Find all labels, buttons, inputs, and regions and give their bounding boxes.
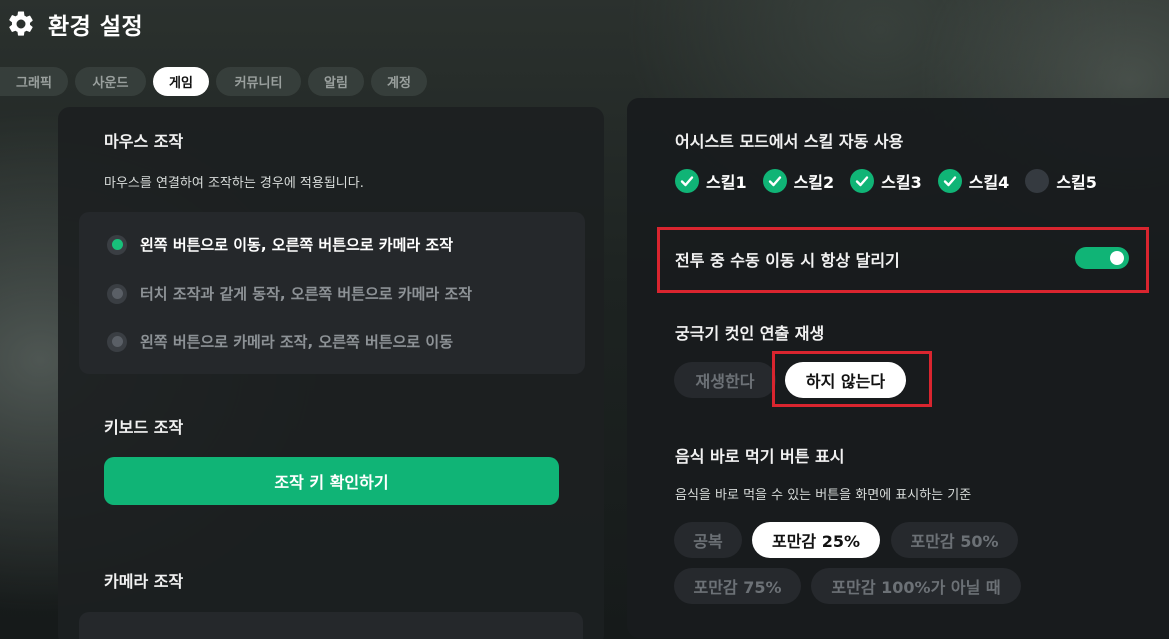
skill-5-checkbox[interactable]: 스킬5 [1025, 169, 1097, 193]
mouse-option-label: 터치 조작과 같게 동작, 오른쪽 버튼으로 카메라 조작 [140, 285, 473, 303]
always-run-label: 전투 중 수동 이동 시 항상 달리기 [675, 251, 900, 270]
tab-notifications[interactable]: 알림 [308, 67, 364, 96]
food-option-75[interactable]: 포만감 75% [674, 568, 801, 604]
check-icon [850, 169, 875, 193]
settings-tabs: 그래픽 사운드 게임 커뮤니티 알림 계정 [0, 67, 427, 96]
mouse-option-3[interactable]: 왼쪽 버튼으로 카메라 조작, 오른쪽 버튼으로 이동 [107, 331, 453, 352]
radio-button[interactable] [107, 331, 127, 352]
camera-options-box [79, 612, 583, 639]
food-section-title: 음식 바로 먹기 버튼 표시 [675, 447, 845, 466]
gear-icon [9, 11, 33, 36]
assist-section-title: 어시스트 모드에서 스킬 자동 사용 [675, 132, 904, 151]
check-icon [762, 169, 787, 193]
food-section-desc: 음식을 바로 먹을 수 있는 버튼을 화면에 표시하는 기준 [675, 488, 972, 503]
tab-account[interactable]: 계정 [371, 67, 427, 96]
mouse-option-2[interactable]: 터치 조작과 같게 동작, 오른쪽 버튼으로 카메라 조작 [107, 283, 472, 304]
skill-label: 스킬3 [881, 173, 922, 192]
skill-4-checkbox[interactable]: 스킬4 [937, 169, 1010, 193]
tab-game[interactable]: 게임 [153, 67, 209, 96]
skill-2-checkbox[interactable]: 스킬2 [762, 169, 835, 193]
mouse-section-desc: 마우스를 연결하여 조작하는 경우에 적용됩니다. [104, 176, 364, 191]
mouse-option-1[interactable]: 왼쪽 버튼으로 이동, 오른쪽 버튼으로 카메라 조작 [107, 234, 453, 255]
skill-1-checkbox[interactable]: 스킬1 [675, 169, 747, 193]
food-option-50[interactable]: 포만감 50% [891, 522, 1018, 558]
check-icon [675, 169, 699, 193]
unchecked-circle-icon [1025, 169, 1050, 193]
tab-graphics[interactable]: 그래픽 [0, 67, 68, 96]
skill-label: 스킬5 [1056, 173, 1097, 192]
radio-button[interactable] [107, 283, 127, 304]
tab-community[interactable]: 커뮤니티 [216, 67, 301, 96]
skill-label: 스킬4 [968, 173, 1010, 192]
camera-section-title: 카메라 조작 [104, 572, 184, 591]
skill-checkbox-group: 스킬1 스킬2 스킬3 스킬4 스킬5 [675, 169, 1097, 193]
ultimate-section-title: 궁극기 컷인 연출 재생 [675, 324, 825, 343]
tab-sound[interactable]: 사운드 [75, 67, 146, 96]
radio-button[interactable] [107, 234, 127, 255]
skill-label: 스킬1 [706, 173, 747, 192]
mouse-section-title: 마우스 조작 [104, 132, 184, 151]
food-option-25[interactable]: 포만감 25% [752, 522, 880, 558]
settings-header: 환경 설정 [6, 6, 143, 42]
mouse-option-label: 왼쪽 버튼으로 이동, 오른쪽 버튼으로 카메라 조작 [140, 236, 454, 254]
always-run-toggle[interactable] [1075, 247, 1129, 269]
check-controls-button[interactable]: 조작 키 확인하기 [104, 457, 559, 505]
toggle-knob [1110, 251, 1124, 265]
skill-3-checkbox[interactable]: 스킬3 [850, 169, 922, 193]
check-icon [937, 169, 962, 193]
ultimate-play-option[interactable]: 재생한다 [674, 362, 776, 398]
food-option-not-full[interactable]: 포만감 100%가 아닐 때 [811, 568, 1021, 604]
food-option-hungry[interactable]: 공복 [674, 522, 742, 558]
page-title: 환경 설정 [48, 14, 144, 40]
ultimate-skip-option[interactable]: 하지 않는다 [785, 362, 906, 398]
keyboard-section-title: 키보드 조작 [104, 418, 184, 437]
skill-label: 스킬2 [793, 173, 835, 192]
mouse-option-label: 왼쪽 버튼으로 카메라 조작, 오른쪽 버튼으로 이동 [140, 333, 454, 351]
